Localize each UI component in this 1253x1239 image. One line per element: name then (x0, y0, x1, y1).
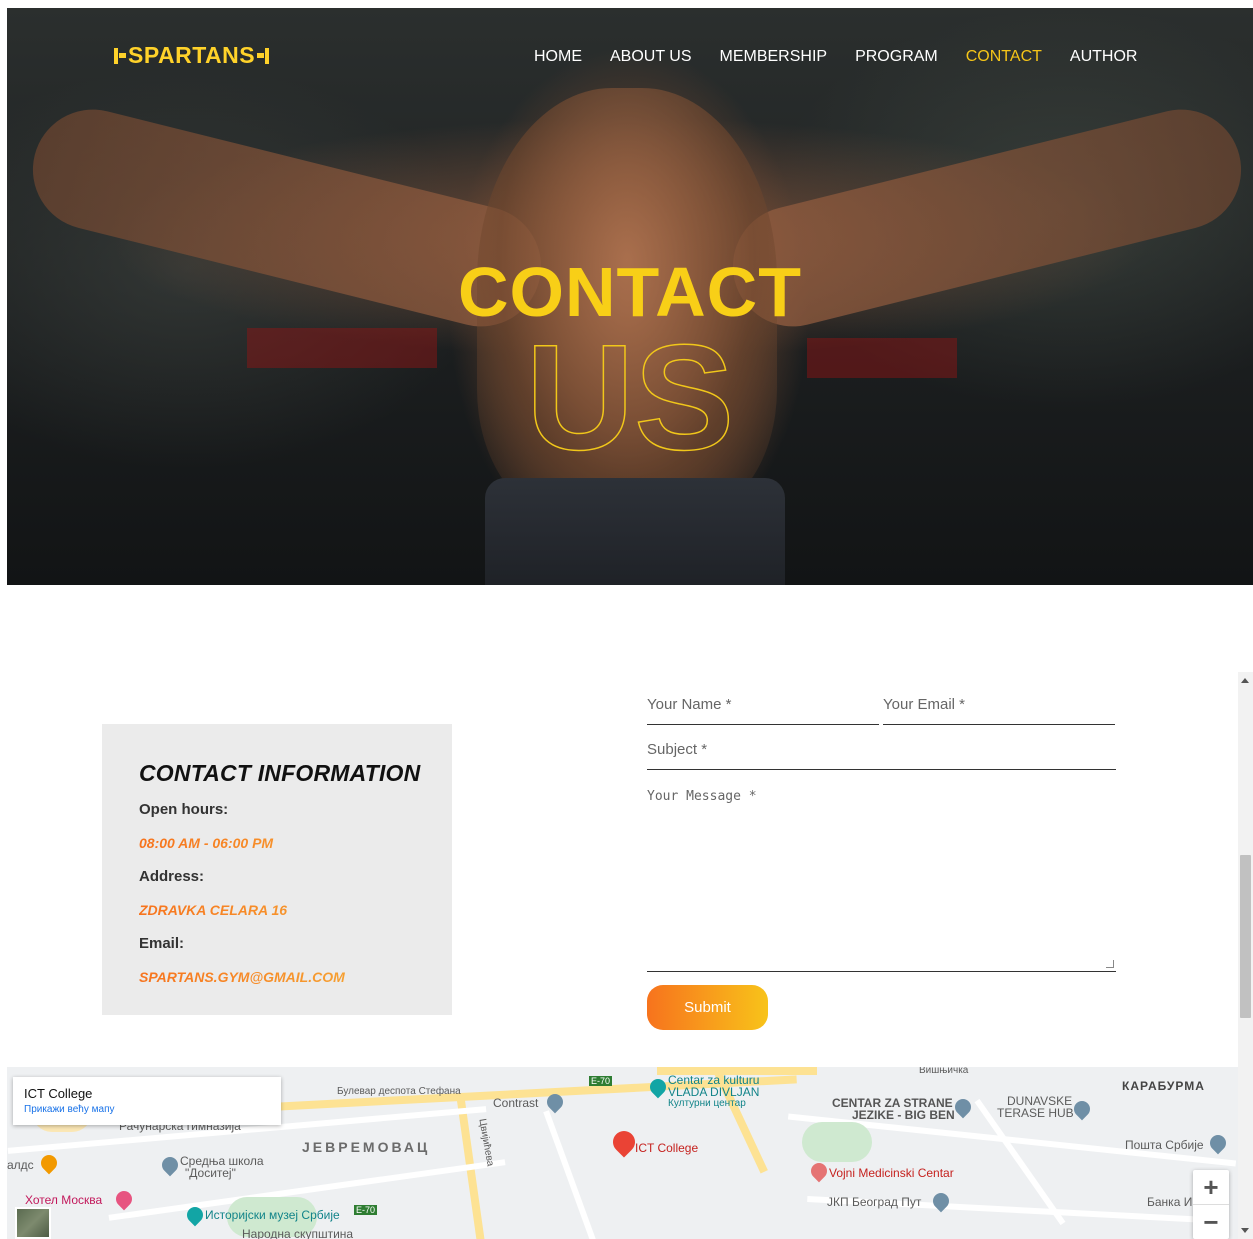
map-poi-icon (158, 1153, 182, 1177)
map-poi-icon (951, 1095, 975, 1119)
map-park (802, 1122, 872, 1162)
map-label-poi: Историјски музеј Србије (205, 1208, 340, 1222)
contact-info-card: CONTACT INFORMATION Open hours: 08:00 AM… (102, 724, 452, 1015)
nav-about-us[interactable]: ABOUT US (610, 48, 692, 66)
map-zoom-controls: + − (1193, 1170, 1229, 1239)
open-hours-value: 08:00 AM - 06:00 PM (139, 835, 452, 851)
map-label-poi: Банка И (1147, 1195, 1193, 1209)
map-label-poi: Vojni Medicinski Centar (829, 1166, 954, 1180)
map-label-poi: Contrast (493, 1096, 539, 1110)
name-field-wrapper (647, 696, 879, 725)
contact-info-title: CONTACT INFORMATION (139, 760, 421, 786)
map-marker-label: ICT College (635, 1141, 699, 1155)
map-label-poi: VLADA DIVLJAN (668, 1085, 760, 1099)
map-label-poi: TERASE HUB (997, 1106, 1074, 1120)
page-scrollbar[interactable] (1238, 672, 1253, 1239)
brand-logo[interactable]: SPARTANS (112, 42, 271, 69)
dumbbell-right-icon (257, 46, 270, 66)
nav-membership[interactable]: MEMBERSHIP (720, 48, 828, 66)
nav-author[interactable]: AUTHOR (1070, 48, 1138, 66)
map-label-highway: E-70 (354, 1205, 378, 1215)
subject-field-wrapper (647, 741, 1116, 770)
open-hours-label: Open hours: (139, 801, 229, 818)
main-nav: HOME ABOUT US MEMBERSHIP PROGRAM CONTACT… (534, 48, 1165, 66)
dumbbell-left-icon (114, 46, 126, 66)
map-view-larger-link[interactable]: Прикажи већу мапу (24, 1104, 281, 1115)
nav-home[interactable]: HOME (534, 48, 582, 66)
name-input[interactable] (647, 696, 879, 713)
resize-handle-icon[interactable] (1106, 960, 1114, 968)
map-poi-icon (112, 1187, 136, 1211)
brand-name: SPARTANS (128, 42, 256, 68)
map-label-poi: JEZIKE - BIG BEN (852, 1108, 955, 1122)
map-label-poi: Пошта Србије (1125, 1138, 1204, 1152)
hero-title-us: US (525, 313, 735, 481)
email-field-wrapper (883, 696, 1115, 725)
map-place-card: ICT College Прикажи већу мапу (13, 1077, 281, 1125)
map-poi-icon (807, 1159, 831, 1183)
email-label: Email: (139, 935, 185, 952)
message-textarea[interactable] (647, 789, 1116, 959)
scroll-up-icon[interactable] (1241, 678, 1249, 683)
address-label: Address: (139, 868, 205, 885)
nav-contact[interactable]: CONTACT (966, 48, 1042, 66)
zoom-in-button[interactable]: + (1193, 1170, 1229, 1204)
map-label-district: КАРАБУРМА (1122, 1079, 1205, 1093)
submit-button[interactable]: Submit (647, 985, 768, 1030)
map-poi-icon (1206, 1131, 1230, 1155)
map-poi-icon (646, 1075, 670, 1099)
map-label-street: Булевар деспота Стефана (337, 1086, 461, 1097)
nav-program[interactable]: PROGRAM (855, 48, 938, 66)
map-road (543, 1110, 597, 1239)
map-label-poi: "Доситеј" (185, 1166, 236, 1180)
message-field-wrapper (647, 789, 1116, 972)
scrollbar-thumb[interactable] (1240, 855, 1251, 1018)
hero-photo-shorts (485, 478, 785, 585)
map-label-poi: Хотел Москва (25, 1193, 103, 1207)
map-satellite-toggle[interactable] (15, 1207, 51, 1239)
hero-banner: CONTACT US (7, 8, 1253, 585)
scroll-down-icon[interactable] (1241, 1228, 1249, 1233)
map-label-poi: алдс (7, 1158, 34, 1172)
subject-input[interactable] (647, 741, 1116, 758)
map-label-district: ЈЕВРЕМОВАЦ (302, 1139, 431, 1155)
map-label-poi: Културни центар (668, 1098, 746, 1109)
email-input[interactable] (883, 696, 1115, 713)
map-label-street: Цвијићева (476, 1117, 496, 1168)
map-label-poi: Народна скупштина (242, 1227, 354, 1239)
zoom-out-button[interactable]: − (1193, 1205, 1229, 1239)
map-label-highway: E-70 (589, 1076, 613, 1086)
email-value: SPARTANS.GYM@GMAIL.COM (139, 969, 452, 985)
map-label-street: Вишњичка (919, 1067, 969, 1076)
address-value: ZDRAVKA CELARA 16 (139, 902, 452, 918)
map-label-poi: ЈКП Београд Пут (827, 1195, 922, 1209)
map-poi-icon (37, 1151, 61, 1175)
map-poi-icon (1070, 1097, 1094, 1121)
map-place-title: ICT College (24, 1086, 93, 1101)
